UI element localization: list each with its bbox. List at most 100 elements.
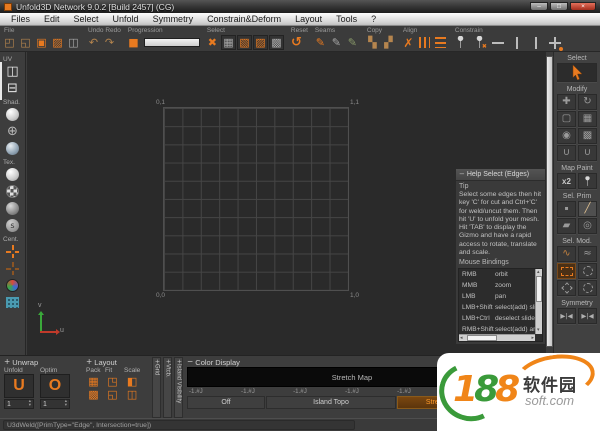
collapse-icon[interactable]: −: [459, 171, 465, 178]
unfold-button[interactable]: U: [4, 374, 34, 398]
element-mode-icon[interactable]: ◎: [578, 218, 597, 234]
unfold-iterations-stepper[interactable]: 1 ▴▾: [4, 399, 34, 409]
off-button[interactable]: Off: [187, 396, 265, 409]
title-bar[interactable]: Unfold3D Network 9.0.2 [Build 2457] (CG)…: [0, 0, 600, 13]
grid-deform-icon[interactable]: ▦: [578, 111, 597, 127]
tab-island-visibility[interactable]: +Island Visibility: [174, 357, 183, 418]
shading-wireframe-icon[interactable]: ⊕: [5, 124, 21, 139]
select-border-icon[interactable]: ▨: [253, 35, 268, 50]
undo-icon[interactable]: ↶: [86, 35, 101, 50]
open-file-icon[interactable]: ◰: [2, 35, 17, 50]
polygon-select-icon[interactable]: [557, 280, 576, 296]
texture-pattern-icon[interactable]: [5, 201, 21, 216]
symmetry-weld-icon[interactable]: ▶|◀: [578, 308, 597, 324]
collapse-icon[interactable]: −: [187, 358, 193, 366]
scroll-up-icon[interactable]: ▴: [537, 269, 540, 276]
center-pivot-icon[interactable]: [5, 244, 21, 259]
mouse-bindings-list[interactable]: RMBorbit MMBzoom LMBpan LMB+Shiftselect(…: [458, 268, 543, 342]
screenshot-icon[interactable]: ◫: [66, 35, 81, 50]
matrix-icon[interactable]: [5, 295, 21, 310]
scroll-down-icon[interactable]: ▾: [537, 327, 540, 334]
constrain-dashed-icon[interactable]: [529, 35, 544, 50]
fit-alt-icon[interactable]: ◱: [105, 388, 120, 400]
lasso-select-icon[interactable]: [578, 263, 597, 279]
paste-uv-icon[interactable]: ▞: [381, 35, 396, 50]
split-vertical-icon[interactable]: ◫: [5, 64, 21, 79]
bindings-horizontal-scrollbar[interactable]: ◂ ▸: [459, 334, 535, 341]
scroll-left-icon[interactable]: ◂: [460, 335, 463, 342]
tab-vtcb[interactable]: +Vtcb.: [163, 357, 172, 418]
center-pivot-dim-icon[interactable]: [5, 261, 21, 276]
scale-alt-icon[interactable]: ◫: [125, 388, 140, 400]
help-panel-header[interactable]: − Help Select (Edges): [456, 169, 545, 181]
cut-pen-icon[interactable]: ✎: [329, 35, 344, 50]
spin-down-icon[interactable]: ▾: [29, 404, 31, 409]
select-island-icon[interactable]: ▦: [221, 35, 236, 50]
rgb-ball-icon[interactable]: [5, 278, 21, 293]
weld-pen-icon[interactable]: ✎: [345, 35, 360, 50]
lattice-icon[interactable]: ▩: [578, 128, 597, 144]
symmetry-mirror-icon[interactable]: ▶|◀: [557, 308, 576, 324]
minimize-button[interactable]: –: [530, 2, 548, 11]
menu-help[interactable]: ?: [364, 13, 383, 26]
save-as-icon[interactable]: ▨: [50, 35, 65, 50]
left-scrollbar[interactable]: [0, 62, 2, 100]
align-cross-icon[interactable]: ✗: [401, 35, 416, 50]
fit-icon[interactable]: ◳: [105, 375, 120, 387]
island-topo-button[interactable]: Island Topo: [266, 396, 396, 409]
tab-grid[interactable]: +Grid: [152, 357, 161, 418]
polygon-mode-icon[interactable]: ▰: [557, 218, 576, 234]
expand-icon[interactable]: +: [86, 358, 92, 366]
maximize-button[interactable]: □: [550, 2, 568, 11]
save-file-icon[interactable]: ▣: [34, 35, 49, 50]
pack-icon[interactable]: ▦: [86, 375, 101, 387]
seam-pen-icon[interactable]: ✎: [313, 35, 328, 50]
scrollbar-thumb[interactable]: [467, 335, 497, 341]
menu-tools[interactable]: Tools: [329, 13, 364, 26]
menu-edit[interactable]: Edit: [37, 13, 67, 26]
menu-unfold[interactable]: Unfold: [106, 13, 146, 26]
scroll-right-icon[interactable]: ▸: [531, 335, 534, 342]
constrain-cross-icon[interactable]: [548, 35, 563, 50]
scrollbar-thumb[interactable]: [536, 276, 542, 302]
edge-mode-icon[interactable]: ╱: [578, 201, 597, 217]
magnet-alt-icon[interactable]: ∪: [578, 145, 597, 161]
menu-symmetry[interactable]: Symmetry: [146, 13, 201, 26]
viewport-vertical-scrollbar[interactable]: [546, 56, 553, 347]
menu-select[interactable]: Select: [67, 13, 106, 26]
delete-selection-icon[interactable]: ✖: [205, 35, 220, 50]
constrain-vertical-icon[interactable]: [510, 35, 525, 50]
magnet-icon[interactable]: ∪: [557, 145, 576, 161]
texture-none-icon[interactable]: [5, 167, 21, 182]
layout-panel-header[interactable]: + Layout: [86, 357, 148, 367]
brush-select-alt-icon[interactable]: ≈: [578, 246, 597, 262]
align-horizontal-icon[interactable]: [417, 35, 432, 50]
shading-smooth-icon[interactable]: [5, 141, 21, 156]
box-deform-icon[interactable]: ▢: [557, 111, 576, 127]
optim-iterations-stepper[interactable]: 1 ▴▾: [40, 399, 70, 409]
copy-uv-icon[interactable]: ▚: [365, 35, 380, 50]
rotate-tool-icon[interactable]: ↻: [578, 94, 597, 110]
sphere-wrap-icon[interactable]: ◉: [557, 128, 576, 144]
select-expand-icon[interactable]: ▧: [237, 35, 252, 50]
pin-icon[interactable]: [453, 35, 468, 50]
scale-icon[interactable]: ◧: [125, 375, 140, 387]
import-file-icon[interactable]: ◱: [18, 35, 33, 50]
rectangle-select-icon[interactable]: [557, 263, 576, 279]
select-tool-button[interactable]: [557, 63, 597, 82]
move-tool-icon[interactable]: ✚: [557, 94, 576, 110]
bindings-vertical-scrollbar[interactable]: ▴ ▾: [535, 269, 542, 334]
menu-files[interactable]: Files: [4, 13, 37, 26]
close-button[interactable]: ×: [570, 2, 596, 11]
unpin-icon[interactable]: ✖: [472, 35, 487, 50]
circle-select-icon[interactable]: [578, 280, 597, 296]
spin-down-icon[interactable]: ▾: [65, 404, 67, 409]
shading-flat-icon[interactable]: [5, 107, 21, 122]
reset-icon[interactable]: ↺: [289, 35, 304, 50]
menu-layout[interactable]: Layout: [288, 13, 329, 26]
paint-pin-icon[interactable]: [578, 173, 597, 189]
redo-icon[interactable]: ↷: [102, 35, 117, 50]
menu-constrain-deform[interactable]: Constrain&Deform: [200, 13, 288, 26]
unwrap-panel-header[interactable]: + Unwrap: [4, 357, 82, 367]
constrain-horizontal-icon[interactable]: [491, 35, 506, 50]
